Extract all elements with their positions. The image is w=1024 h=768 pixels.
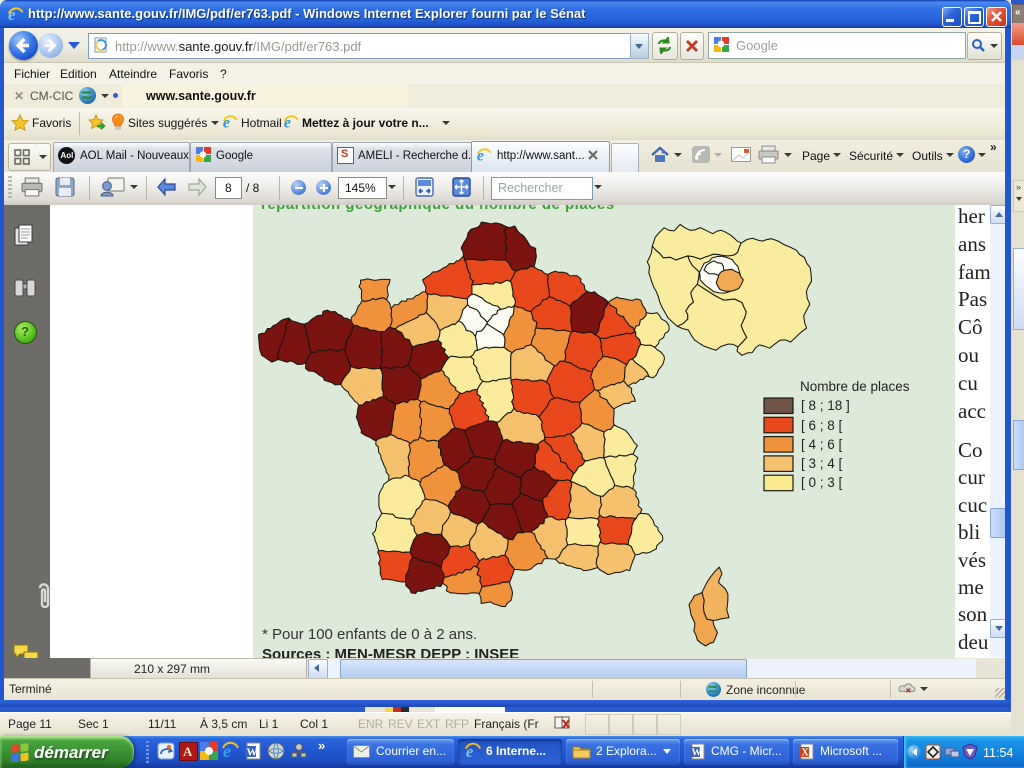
svg-text:X: X xyxy=(802,748,810,759)
svg-text:W: W xyxy=(247,747,258,759)
svg-text:W: W xyxy=(692,748,702,759)
